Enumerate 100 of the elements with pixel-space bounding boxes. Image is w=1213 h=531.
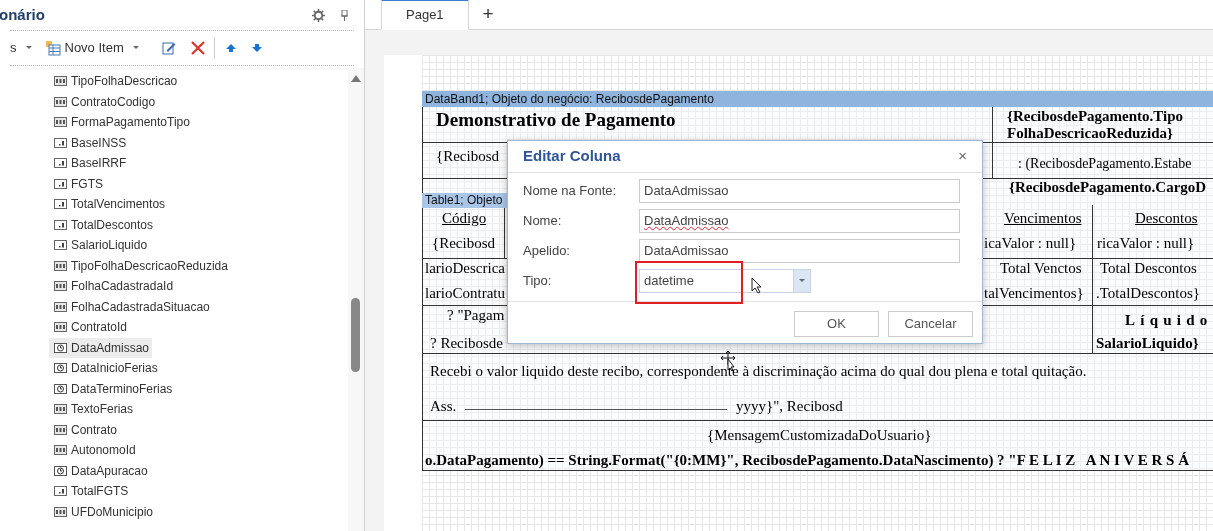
text-type-icon <box>54 260 67 271</box>
caret-icon <box>799 279 805 283</box>
decimal-type-icon <box>54 137 67 148</box>
report-text[interactable]: Demonstrativo de Pagamento <box>436 111 676 129</box>
scroll-up-icon[interactable] <box>351 75 361 82</box>
decimal-type-icon <box>54 219 67 230</box>
field-list-item[interactable]: TipoFolhaDescricao <box>49 71 181 92</box>
report-text[interactable]: {RecibosdePagamento.Tipo <box>1007 107 1184 125</box>
report-text[interactable]: larioContratu <box>425 284 505 302</box>
field-list-item[interactable]: AutonomoId <box>49 440 139 461</box>
dialog-button[interactable]: Cancelar <box>888 311 973 337</box>
report-text[interactable]: Total Descontos <box>1100 259 1197 277</box>
field-list-item[interactable]: BaseIRRF <box>49 153 130 174</box>
field-list-item[interactable]: UFDoMunicipio <box>49 501 157 522</box>
text-field[interactable]: DataAdmissao <box>639 209 960 233</box>
clock-icon <box>54 342 67 353</box>
dialog-button[interactable]: OK <box>794 311 879 337</box>
page-tab[interactable]: + <box>468 0 508 29</box>
report-text[interactable]: {Recibosd <box>436 147 500 165</box>
field-label: Apelido: <box>523 242 571 261</box>
scrollbar-thumb[interactable] <box>351 298 360 372</box>
decimal-type-icon <box>54 158 67 169</box>
field-list-item[interactable]: FormaPagamentoTipo <box>49 112 193 133</box>
report-text[interactable]: icaValor : null} <box>984 234 1077 252</box>
report-text[interactable]: Descontos <box>1135 209 1198 227</box>
report-text[interactable]: Líquido <box>1125 311 1213 329</box>
field-list-item[interactable]: DataApuracao <box>49 460 151 481</box>
field-list-item[interactable]: SalarioLiquido <box>49 235 151 256</box>
caret-icon <box>25 46 32 50</box>
toolbar-menu-button[interactable]: s <box>10 38 32 58</box>
field-list-item[interactable]: TotalVencimentos <box>49 194 169 215</box>
report-text[interactable]: ? Recibosde <box>430 334 503 352</box>
number-type-icon <box>54 445 67 456</box>
number-type-icon <box>54 424 67 435</box>
field-list-item[interactable]: ContratoCodigo <box>49 91 159 112</box>
field-list-item[interactable]: FolhaCadastradaId <box>49 276 177 297</box>
clock-icon <box>54 383 67 394</box>
number-type-icon <box>54 281 67 292</box>
field-list-item[interactable]: DataInicioFerias <box>49 358 161 379</box>
field-list-item[interactable]: ContratoId <box>49 317 131 338</box>
report-text[interactable]: : (RecibosdePagamento.Estabe <box>1018 155 1192 173</box>
report-text[interactable]: Vencimentos <box>1004 209 1082 227</box>
text-type-icon <box>54 404 67 415</box>
caret-icon <box>132 46 139 50</box>
report-text[interactable]: SalarioLiquido} <box>1096 334 1199 352</box>
report-text[interactable]: o.DataPagamento) == String.Format("{0:MM}", RecibosdePagamento.DataNascimento) ? "F E L I Z A N I V E R S Á <box>425 451 1189 469</box>
text-type-icon <box>54 76 67 87</box>
close-button[interactable]: × <box>958 145 967 168</box>
report-text[interactable]: .TotalDescontos} <box>1096 284 1201 302</box>
field-list-item[interactable]: TotalFGTS <box>49 481 132 502</box>
report-text[interactable]: Ass. <box>430 397 457 415</box>
field-list-item[interactable]: DataTerminoFerias <box>49 378 176 399</box>
clock-icon <box>54 363 67 374</box>
field-list-item[interactable]: TextoFerias <box>49 399 137 420</box>
table-add-icon <box>45 40 61 56</box>
text-type-icon <box>54 506 67 517</box>
band-header: DataBand1; Objeto do negócio: RecibosdePagamento <box>422 91 1213 107</box>
page-tab[interactable]: Page1 <box>381 0 469 30</box>
type-select[interactable]: datetime <box>639 269 811 293</box>
report-text[interactable]: {Recibosd <box>432 234 496 252</box>
report-text[interactable]: Recebi o valor liquido deste recibo, correspondente à discriminação acima do qual dou plena e total quitação. <box>430 362 1087 380</box>
clock-icon <box>54 465 67 476</box>
field-list-item[interactable]: TotalDescontos <box>49 214 157 235</box>
report-text[interactable]: Código <box>442 209 487 227</box>
field-list-item[interactable]: FolhaCadastradaSituacao <box>49 296 213 317</box>
field-list-item[interactable]: FGTS <box>49 173 106 194</box>
report-text[interactable]: ricaValor : null} <box>1097 234 1195 252</box>
report-text[interactable]: {MensagemCustomizadaDoUsuario} <box>707 426 932 444</box>
text-field[interactable]: DataAdmissao <box>639 239 960 263</box>
pointer-icon <box>751 277 762 294</box>
number-type-icon <box>54 96 67 107</box>
number-type-icon <box>54 322 67 333</box>
report-text[interactable]: ? "Pagam <box>447 306 505 324</box>
field-list-item[interactable]: TipoFolhaDescricaoReduzida <box>49 255 231 276</box>
report-text[interactable]: talVencimentos} <box>984 284 1084 302</box>
settings-icon[interactable] <box>312 8 325 22</box>
field-list-item[interactable]: DataAdmissao <box>49 337 153 358</box>
report-text[interactable]: {RecibosdePagamento.CargoD <box>1009 178 1207 196</box>
panel-title: onário <box>0 4 45 25</box>
decimal-type-icon <box>54 199 67 210</box>
edit-icon[interactable] <box>161 41 176 55</box>
report-text[interactable]: yyyy}", Recibosd <box>736 397 843 415</box>
delete-icon[interactable] <box>190 41 205 55</box>
field-list-item[interactable]: BaseINSS <box>49 132 130 153</box>
decimal-type-icon <box>54 240 67 251</box>
number-type-icon <box>54 117 67 128</box>
move-up-icon[interactable] <box>225 44 236 52</box>
toolbar-menu-button[interactable]: Novo Item <box>45 38 139 58</box>
text-field[interactable]: DataAdmissao <box>639 179 960 203</box>
report-text[interactable]: Total Venctos <box>1000 259 1082 277</box>
field-label: Tipo: <box>523 272 553 291</box>
decimal-type-icon <box>54 486 67 497</box>
pin-icon[interactable] <box>341 9 348 21</box>
move-down-icon[interactable] <box>251 44 262 52</box>
dialog-title: Editar Coluna <box>523 146 621 167</box>
report-text[interactable]: FolhaDescricaoReduzida} <box>1007 124 1173 142</box>
report-text[interactable]: larioDescrica <box>425 259 505 277</box>
decimal-type-icon <box>54 178 67 189</box>
field-label: Nome: <box>523 212 563 231</box>
field-list-item[interactable]: Contrato <box>49 419 121 440</box>
